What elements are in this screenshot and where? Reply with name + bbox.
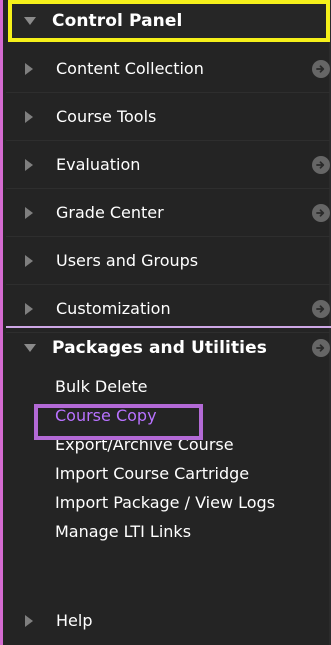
menu-item-grade-center[interactable]: Grade Center xyxy=(6,189,330,237)
submenu-link-bulk-delete[interactable]: Bulk Delete xyxy=(55,372,329,401)
menu-item-label: Content Collection xyxy=(56,59,204,78)
menu-item-course-tools[interactable]: Course Tools xyxy=(6,93,330,141)
menu-item-label: Course Tools xyxy=(56,107,157,126)
circle-arrow-right-icon[interactable] xyxy=(312,203,330,222)
control-panel-frame: Control Panel Content Collection Course … xyxy=(0,0,331,645)
packages-and-utilities-title: Packages and Utilities xyxy=(52,338,267,358)
control-panel-title: Control Panel xyxy=(52,11,183,31)
submenu-link-manage-lti-links[interactable]: Manage LTI Links xyxy=(55,517,329,546)
control-panel-menu: Content Collection Course Tools Evaluati… xyxy=(6,45,330,333)
caret-right-icon xyxy=(25,206,33,219)
menu-item-help[interactable]: Help xyxy=(6,597,330,644)
submenu-link-import-course-cartridge[interactable]: Import Course Cartridge xyxy=(55,459,329,488)
caret-down-icon xyxy=(24,17,36,25)
menu-item-evaluation[interactable]: Evaluation xyxy=(6,141,330,189)
control-panel-header[interactable]: Control Panel xyxy=(6,2,330,40)
menu-item-label: Users and Groups xyxy=(56,251,199,270)
submenu-link-course-copy[interactable]: Course Copy xyxy=(55,401,329,430)
menu-item-users-and-groups[interactable]: Users and Groups xyxy=(6,237,330,285)
packages-submenu: Bulk Delete Course Copy Export/Archive C… xyxy=(55,372,329,546)
circle-arrow-right-icon[interactable] xyxy=(312,339,330,357)
menu-item-label: Customization xyxy=(56,299,171,318)
circle-arrow-right-icon[interactable] xyxy=(312,155,330,174)
section-divider xyxy=(6,326,331,328)
menu-item-content-collection[interactable]: Content Collection xyxy=(6,45,330,93)
submenu-link-import-package-view-logs[interactable]: Import Package / View Logs xyxy=(55,488,329,517)
packages-and-utilities-header[interactable]: Packages and Utilities xyxy=(6,329,330,367)
menu-item-label: Help xyxy=(56,611,93,630)
caret-down-icon xyxy=(24,344,36,352)
menu-item-label: Grade Center xyxy=(56,203,164,222)
circle-arrow-right-icon[interactable] xyxy=(312,59,330,78)
menu-item-label: Evaluation xyxy=(56,155,141,174)
caret-right-icon xyxy=(25,158,33,171)
submenu-link-export-archive-course[interactable]: Export/Archive Course xyxy=(55,430,329,459)
caret-right-icon xyxy=(25,302,33,315)
circle-arrow-right-icon[interactable] xyxy=(312,299,330,318)
caret-right-icon xyxy=(25,254,33,267)
caret-right-icon xyxy=(25,614,33,627)
caret-right-icon xyxy=(25,62,33,75)
caret-right-icon xyxy=(25,110,33,123)
